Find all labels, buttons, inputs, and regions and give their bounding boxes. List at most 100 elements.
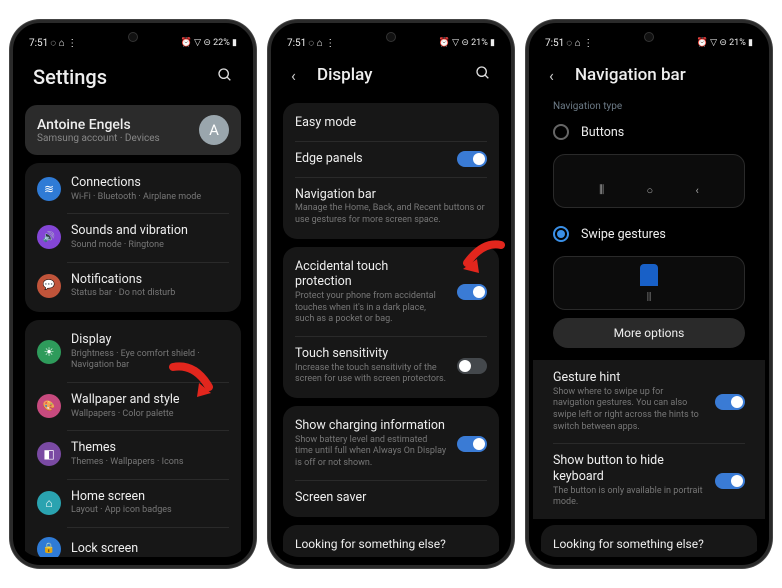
status-icons-right: ⏰ ▽ ⊝ 21% ▮	[697, 38, 753, 48]
row-title: Show charging information	[295, 418, 447, 434]
content[interactable]: Navigation type Buttons ⫼ ○ ‹ Swipe gest…	[533, 95, 765, 557]
phone-settings: 7:51 ◌ ⌂ ⋮ ⏰ ▽ ⊝ 22% ▮ Settings Antoine …	[10, 20, 256, 568]
radio-buttons-label: Buttons	[581, 125, 624, 140]
row-wallpaper[interactable]: 🎨 Wallpaper and style Wallpapers · Color…	[25, 382, 241, 430]
themes-icon: ◧	[37, 442, 61, 466]
radio-gestures-label: Swipe gestures	[581, 227, 666, 242]
row-sub: Wi-Fi · Bluetooth · Airplane mode	[71, 192, 229, 204]
status-icons-left: ◌ ⌂ ⋮	[566, 38, 593, 49]
search-icon[interactable]	[217, 67, 233, 87]
row-navigation-bar[interactable]: Navigation bar Manage the Home, Back, an…	[283, 177, 499, 237]
status-icons-left: ◌ ⌂ ⋮	[50, 38, 77, 49]
home-circle-icon: ○	[647, 184, 654, 197]
footer-prompt[interactable]: Looking for something else?	[283, 525, 499, 557]
row-sounds[interactable]: 🔊 Sounds and vibration Sound mode · Ring…	[25, 213, 241, 261]
recents-icon: ⫼	[599, 183, 604, 197]
gestures-preview: ⫼	[553, 256, 745, 310]
nav-type-label: Navigation type	[539, 95, 759, 114]
content[interactable]: Easy mode Edge panels Navigation bar Man…	[275, 95, 507, 557]
settings-section-1: ≋ Connections Wi-Fi · Bluetooth · Airpla…	[25, 163, 241, 312]
row-title: Touch sensitivity	[295, 346, 447, 362]
gesture-indicator-icon	[640, 264, 658, 286]
row-title: Easy mode	[295, 115, 487, 131]
row-title: Gesture hint	[553, 370, 705, 386]
account-card[interactable]: Antoine Engels Samsung account · Devices…	[25, 105, 241, 155]
sound-icon: 🔊	[37, 225, 61, 249]
row-sub: Manage the Home, Back, and Recent button…	[295, 203, 487, 226]
camera-notch	[128, 32, 138, 42]
row-connections[interactable]: ≋ Connections Wi-Fi · Bluetooth · Airpla…	[25, 165, 241, 213]
row-title: Navigation bar	[295, 187, 487, 203]
row-title: Accidental touch protection	[295, 259, 447, 290]
row-title: Show button to hide keyboard	[553, 453, 705, 484]
row-charging-info[interactable]: Show charging information Show battery l…	[283, 408, 499, 480]
back-chevron-icon: ‹	[696, 184, 699, 197]
account-subtitle: Samsung account · Devices	[37, 133, 199, 144]
row-edge-panels[interactable]: Edge panels	[283, 141, 499, 177]
row-home-screen[interactable]: ⌂ Home screen Layout · App icon badges	[25, 479, 241, 527]
nav-section: Gesture hint Show where to swipe up for …	[533, 360, 765, 519]
page-title: Navigation bar	[575, 65, 749, 85]
camera-notch	[644, 32, 654, 42]
row-themes[interactable]: ◧ Themes Themes · Wallpapers · Icons	[25, 430, 241, 478]
search-icon[interactable]	[475, 65, 491, 85]
charging-info-toggle[interactable]	[457, 436, 487, 452]
wallpaper-icon: 🎨	[37, 394, 61, 418]
edge-panels-toggle[interactable]	[457, 151, 487, 167]
camera-notch	[386, 32, 396, 42]
notifications-icon: 💬	[37, 274, 61, 298]
status-icons-right: ⏰ ▽ ⊝ 21% ▮	[439, 38, 495, 48]
touch-sensitivity-toggle[interactable]	[457, 358, 487, 374]
row-accidental-touch[interactable]: Accidental touch protection Protect your…	[283, 249, 499, 336]
row-display[interactable]: ☀ Display Brightness · Eye comfort shiel…	[25, 322, 241, 382]
row-sub: The button is only available in portrait…	[553, 486, 705, 509]
row-touch-sensitivity[interactable]: Touch sensitivity Increase the touch sen…	[283, 336, 499, 396]
option-buttons[interactable]: Buttons	[539, 114, 759, 150]
status-time: 7:51	[287, 38, 306, 49]
back-icon[interactable]: ‹	[549, 66, 563, 85]
gesture-bar-icon: ⫼	[647, 292, 652, 303]
settings-section-2: ☀ Display Brightness · Eye comfort shiel…	[25, 320, 241, 557]
back-icon[interactable]: ‹	[291, 66, 305, 85]
footer-prompt[interactable]: Looking for something else?	[541, 525, 757, 557]
row-hide-keyboard-button[interactable]: Show button to hide keyboard The button …	[541, 443, 757, 519]
row-title: Display	[71, 332, 229, 348]
row-title: Lock screen	[71, 541, 229, 557]
row-sub: Sound mode · Ringtone	[71, 240, 229, 252]
hide-keyboard-toggle[interactable]	[715, 473, 745, 489]
radio-gestures[interactable]	[553, 226, 569, 242]
wifi-icon: ≋	[37, 177, 61, 201]
row-sub: Increase the touch sensitivity of the sc…	[295, 363, 447, 386]
row-title: Wallpaper and style	[71, 392, 229, 408]
avatar[interactable]: A	[199, 115, 229, 145]
buttons-preview: ⫼ ○ ‹	[553, 154, 745, 208]
screen: 7:51 ◌ ⌂ ⋮ ⏰ ▽ ⊝ 21% ▮ ‹ Display Easy mo…	[275, 31, 507, 557]
display-section-2: Accidental touch protection Protect your…	[283, 247, 499, 398]
row-lock-screen[interactable]: 🔒 Lock screen	[25, 527, 241, 557]
more-options-button[interactable]: More options	[553, 318, 745, 348]
content[interactable]: Antoine Engels Samsung account · Devices…	[17, 99, 249, 557]
radio-buttons[interactable]	[553, 124, 569, 140]
accidental-touch-toggle[interactable]	[457, 284, 487, 300]
screen: 7:51 ◌ ⌂ ⋮ ⏰ ▽ ⊝ 22% ▮ Settings Antoine …	[17, 31, 249, 557]
lock-icon: 🔒	[37, 537, 61, 557]
option-gestures[interactable]: Swipe gestures	[539, 216, 759, 252]
gesture-hint-toggle[interactable]	[715, 394, 745, 410]
row-sub: Protect your phone from accidental touch…	[295, 291, 447, 326]
row-sub: Layout · App icon badges	[71, 505, 229, 517]
row-sub: Themes · Wallpapers · Icons	[71, 457, 229, 469]
display-section-3: Show charging information Show battery l…	[283, 406, 499, 517]
header: Settings	[17, 51, 249, 99]
home-icon: ⌂	[37, 491, 61, 515]
row-easy-mode[interactable]: Easy mode	[283, 105, 499, 141]
display-section-1: Easy mode Edge panels Navigation bar Man…	[283, 103, 499, 239]
status-time: 7:51	[545, 38, 564, 49]
display-icon: ☀	[37, 340, 61, 364]
header: ‹ Display	[275, 51, 507, 95]
header: ‹ Navigation bar	[533, 51, 765, 95]
status-icons-right: ⏰ ▽ ⊝ 22% ▮	[181, 38, 237, 48]
row-screen-saver[interactable]: Screen saver	[283, 480, 499, 516]
row-notifications[interactable]: 💬 Notifications Status bar · Do not dist…	[25, 262, 241, 310]
row-gesture-hint[interactable]: Gesture hint Show where to swipe up for …	[541, 360, 757, 443]
row-title: Notifications	[71, 272, 229, 288]
